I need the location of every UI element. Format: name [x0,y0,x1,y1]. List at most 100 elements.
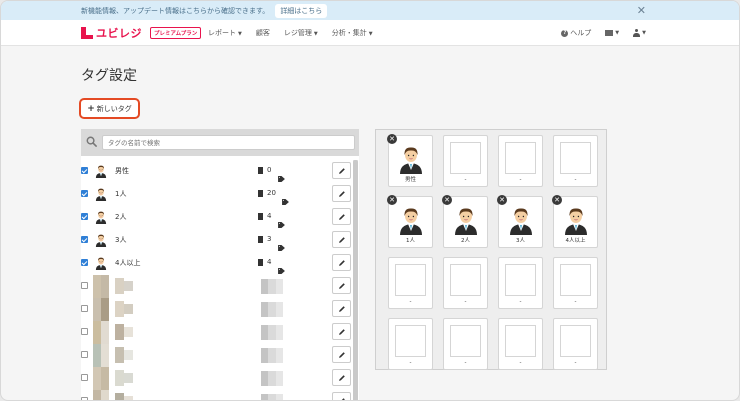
edit-tag-button[interactable] [332,300,351,317]
edit-tag-button[interactable] [332,231,351,248]
remove-icon[interactable]: ✕ [387,195,397,205]
tag-count: 3 [267,235,272,243]
edit-tag-button[interactable] [332,185,351,202]
help-menu[interactable]: ? ヘルプ [561,28,591,38]
menu-item-report[interactable]: レポート ▼ [208,28,242,38]
menu-item-label: 分析・集計 [331,29,367,37]
grid-cell-label: 1人 [406,238,415,244]
tag-list-panel: 男性 0 1人 20 2人 4 3人 3 4人以上 4 [81,129,359,400]
edit-tag-button[interactable] [332,346,351,363]
tag-checkbox[interactable] [81,167,88,174]
remove-icon[interactable]: ✕ [387,134,397,144]
chevron-down-icon: ▼ [313,31,318,37]
notice-close-icon[interactable]: ✕ [637,4,646,17]
tag-checkbox[interactable] [81,397,88,400]
blurred-count [268,279,276,294]
pencil-icon [338,305,346,313]
grid-cell-empty[interactable]: - [553,257,598,309]
menu-item-label: 顧客 [255,29,270,37]
grid-cell-empty[interactable]: - [388,257,433,309]
chevron-down-icon: ▼ [238,31,242,37]
grid-cell-empty[interactable]: - [388,318,433,370]
empty-slot [450,142,481,174]
tag-checkbox[interactable] [81,282,88,289]
scrollbar-thumb[interactable] [353,160,358,400]
edit-tag-button[interactable] [332,162,351,179]
edit-tag-button[interactable] [332,277,351,294]
blurred-count [268,394,276,400]
search-icon [86,136,97,147]
grid-cell-empty[interactable]: - [498,257,543,309]
grid-cell-tag[interactable]: ✕ 3人 [497,195,543,248]
tag-checkbox[interactable] [81,305,88,312]
remove-icon[interactable]: ✕ [552,195,562,205]
grid-cell-empty[interactable]: - [498,135,543,187]
search-input[interactable] [102,135,355,150]
menu-item-analytics[interactable]: 分析・集計 ▼ [332,28,373,38]
grid-cell-empty[interactable]: - [553,135,598,187]
tag-rows: 男性 0 1人 20 2人 4 3人 3 4人以上 4 [81,160,351,400]
tag-checkbox[interactable] [81,328,88,335]
tag-checkbox[interactable] [81,213,88,220]
remove-icon[interactable]: ✕ [442,195,452,205]
blurred-text [115,278,124,294]
grid-cell-label: - [409,360,412,366]
help-icon: ? [561,29,569,37]
user-menu[interactable]: ▼ [633,29,646,37]
blurred-avatar [93,321,101,344]
edit-tag-button[interactable] [332,254,351,271]
main-menu: レポート ▼ 顧客 レジ管理 ▼ 分析・集計 ▼ [208,20,387,46]
tag-checkbox[interactable] [81,374,88,381]
menu-item-customers[interactable]: 顧客 [256,28,270,38]
logo[interactable]: ユビレジ プレミアムプラン [81,25,202,41]
grid-cell-empty[interactable]: - [443,318,488,370]
grid-cell-label: 3人 [516,238,525,244]
tag-checkbox[interactable] [81,236,88,243]
blurred-text [124,327,133,337]
avatar [562,205,590,235]
tag-name: 4人以上 [115,259,141,267]
blurred-text [115,370,124,386]
avatar [94,163,108,178]
grid-cell-tag[interactable]: ✕ 1人 [387,195,433,248]
avatar [94,255,108,270]
tag-checkbox[interactable] [81,190,88,197]
blurred-count [261,325,268,340]
search-bar [81,129,359,156]
notice-detail-link[interactable]: 詳細はこちら [275,3,328,18]
blurred-avatar [93,298,101,321]
empty-slot [560,325,591,357]
mail-menu[interactable]: ▼ [605,30,619,36]
grid-cell-label: 男性 [404,177,416,183]
grid-cell-empty[interactable]: - [443,135,488,187]
empty-slot [505,264,536,296]
grid-cell-tag[interactable]: ✕ 男性 [387,134,433,187]
help-label: ヘルプ [570,29,592,37]
grid-cell-tag[interactable]: ✕ 2人 [442,195,488,248]
empty-slot [450,264,481,296]
tag-icon [282,190,289,205]
grid-cell-label: - [409,299,412,305]
menu-item-register-management[interactable]: レジ管理 ▼ [284,28,318,38]
new-tag-button[interactable]: + 新しいタグ [79,98,140,119]
grid-cell-empty[interactable]: - [553,318,598,370]
tag-checkbox[interactable] [81,259,88,266]
blurred-text [124,373,133,383]
blurred-count [261,371,268,386]
tag-icon [278,236,285,251]
edit-tag-button[interactable] [332,323,351,340]
grid-cell-tag[interactable]: ✕ 4人以上 [552,195,598,248]
remove-icon[interactable]: ✕ [497,195,507,205]
blurred-text [124,304,133,314]
avatar [94,186,108,201]
grid-cell-empty[interactable]: - [443,257,488,309]
tag-checkbox[interactable] [81,351,88,358]
edit-tag-button[interactable] [332,208,351,225]
blurred-count [261,348,268,363]
tag-row [81,298,351,321]
blurred-text [124,281,133,291]
chevron-down-icon: ▼ [615,30,620,36]
edit-tag-button[interactable] [332,392,351,400]
grid-cell-empty[interactable]: - [498,318,543,370]
edit-tag-button[interactable] [332,369,351,386]
